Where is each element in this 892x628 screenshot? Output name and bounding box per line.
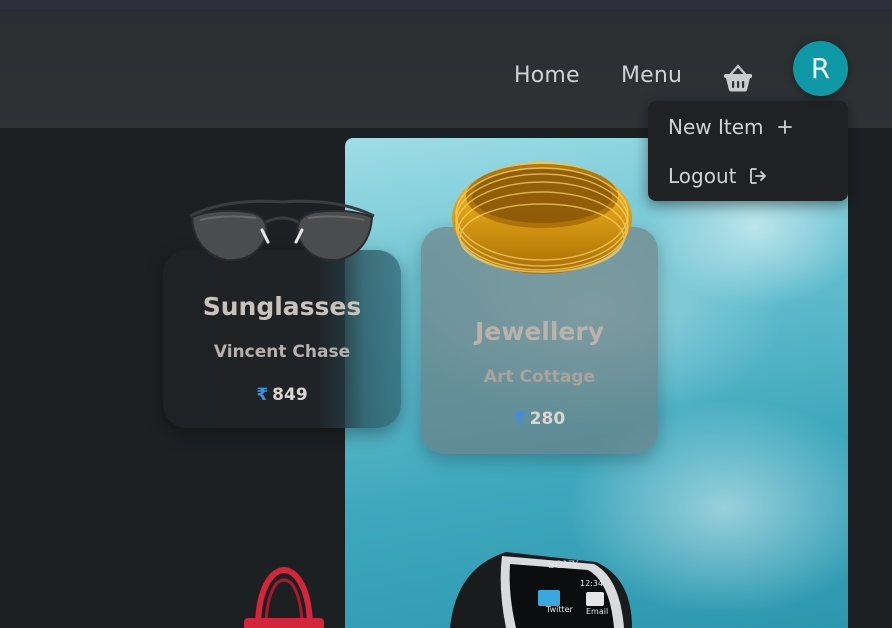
sunglasses-image [186, 192, 378, 268]
product-card-sunglasses[interactable]: Sunglasses Vincent Chase ₹849 [163, 250, 401, 428]
user-avatar[interactable]: R [793, 41, 848, 96]
price-value: 280 [529, 409, 566, 429]
plus-icon [776, 118, 794, 136]
nav-home-link[interactable]: Home [514, 63, 580, 88]
watch-email: Email [586, 607, 608, 616]
logout-label: Logout [668, 164, 737, 188]
user-dropdown-menu: New Item Logout [648, 101, 848, 201]
logout-icon [748, 166, 768, 186]
bangles-image [448, 156, 636, 290]
watch-time: 12:34 [580, 579, 603, 588]
logout-menu-item[interactable]: Logout [668, 164, 768, 188]
product-brand: Art Cottage [483, 367, 596, 387]
price-value: 849 [272, 385, 308, 405]
watch-twitter: Twitter [545, 605, 574, 614]
product-brand: Vincent Chase [213, 342, 351, 362]
new-item-menu-item[interactable]: New Item [668, 115, 794, 139]
rupee-icon: ₹ [256, 385, 269, 405]
product-price: ₹849 [163, 385, 401, 405]
rupee-icon: ₹ [513, 409, 526, 429]
product-title: Jewellery [474, 317, 605, 346]
product-title: Sunglasses [202, 292, 362, 321]
basket-icon[interactable] [722, 63, 754, 93]
smartwatch-image: SONY 12:34 Twitter Email [446, 548, 636, 628]
watch-brand: SONY [548, 560, 579, 571]
new-item-label: New Item [668, 115, 764, 139]
handbag-image [238, 562, 328, 628]
nav-menu-link[interactable]: Menu [621, 63, 682, 88]
top-strip [0, 0, 892, 9]
product-price: ₹280 [421, 409, 658, 429]
